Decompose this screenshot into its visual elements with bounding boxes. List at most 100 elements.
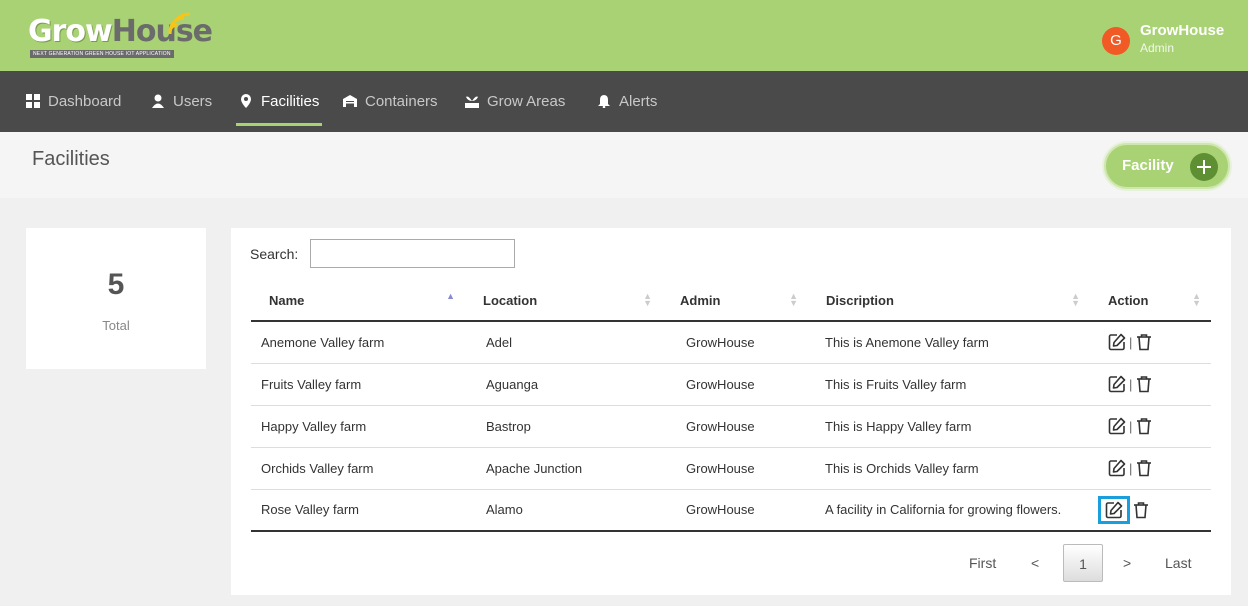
container-icon	[343, 95, 357, 107]
pagination-last[interactable]: Last	[1165, 544, 1191, 582]
nav-item-facilities[interactable]: Facilities	[235, 71, 323, 132]
trash-icon[interactable]	[1135, 417, 1153, 435]
growhouse-logo[interactable]: GrowHouse NEXT GENERATION GREEN HOUSE IO…	[28, 12, 213, 62]
trash-icon[interactable]	[1135, 375, 1153, 393]
cell-description: This is Orchids Valley farm	[808, 447, 1090, 490]
nav-item-grow-areas[interactable]: Grow Areas	[465, 71, 565, 132]
cell-description: This is Anemone Valley farm	[808, 321, 1090, 364]
logo-tagline: NEXT GENERATION GREEN HOUSE IOT APPLICAT…	[30, 50, 174, 58]
location-pin-icon	[241, 94, 251, 108]
edit-button-highlighted[interactable]	[1098, 495, 1130, 524]
column-header-action[interactable]: Action ▲ ▼	[1090, 281, 1211, 322]
table-row: Rose Valley farm Alamo GrowHouse A facil…	[251, 489, 1211, 532]
edit-icon[interactable]	[1108, 375, 1126, 393]
sort-both-icon[interactable]: ▲ ▼	[1071, 292, 1080, 308]
nav-label: Alerts	[619, 93, 658, 110]
nav-item-alerts[interactable]: Alerts	[597, 71, 657, 132]
edit-icon[interactable]	[1105, 501, 1123, 519]
edit-icon[interactable]	[1108, 417, 1126, 435]
edit-icon[interactable]	[1108, 459, 1126, 477]
nav-item-containers[interactable]: Containers	[343, 71, 438, 132]
sort-both-icon[interactable]: ▲ ▼	[1192, 292, 1201, 308]
cell-admin: GrowHouse	[662, 447, 808, 490]
table-row: Anemone Valley farm Adel GrowHouse This …	[251, 321, 1211, 364]
page-title: Facilities	[32, 148, 110, 170]
pagination-page-current[interactable]: 1	[1063, 544, 1103, 582]
user-role: Admin	[1140, 41, 1175, 55]
user-name: GrowHouse	[1140, 22, 1225, 39]
cell-actions	[1090, 489, 1211, 532]
cell-description: This is Happy Valley farm	[808, 405, 1090, 448]
cell-actions: |	[1090, 447, 1211, 490]
facilities-table-card: Search: Name ▲ Location ▲ ▼ Admin ▲ ▼ Discrip…	[231, 228, 1231, 595]
cell-description: This is Fruits Valley farm	[808, 363, 1090, 406]
search-label: Search:	[250, 246, 299, 262]
cell-name: Anemone Valley farm	[251, 321, 465, 364]
total-count: 5	[107, 268, 125, 301]
add-facility-button[interactable]: Facility	[1104, 143, 1230, 189]
cell-admin: GrowHouse	[662, 321, 808, 364]
facilities-table: Name ▲ Location ▲ ▼ Admin ▲ ▼ Discription ▲ ▼ A…	[251, 281, 1211, 532]
main-navigation: Dashboard Users Facilities Containers Gr…	[0, 71, 1248, 132]
cell-description: A facility in California for growing flo…	[808, 489, 1090, 532]
table-row: Happy Valley farm Bastrop GrowHouse This…	[251, 405, 1211, 448]
column-header-name[interactable]: Name ▲	[251, 281, 465, 322]
sort-both-icon[interactable]: ▲ ▼	[789, 292, 798, 308]
cell-location: Adel	[465, 321, 662, 364]
user-icon	[152, 94, 164, 108]
nav-label: Dashboard	[48, 93, 122, 110]
avatar[interactable]: G	[1102, 27, 1130, 55]
column-header-description[interactable]: Discription ▲ ▼	[808, 281, 1090, 322]
cell-actions: |	[1090, 405, 1211, 448]
top-header: GrowHouse NEXT GENERATION GREEN HOUSE IO…	[0, 0, 1248, 71]
total-label: Total	[102, 318, 130, 333]
action-separator: |	[1129, 460, 1133, 476]
nav-label: Facilities	[261, 93, 320, 110]
pagination-first[interactable]: First	[969, 544, 996, 582]
sort-both-icon[interactable]: ▲ ▼	[643, 292, 652, 308]
cell-name: Happy Valley farm	[251, 405, 465, 448]
column-header-location[interactable]: Location ▲ ▼	[465, 281, 662, 322]
cell-name: Orchids Valley farm	[251, 447, 465, 490]
edit-icon[interactable]	[1108, 333, 1126, 351]
dashboard-icon	[26, 94, 40, 108]
cell-location: Aguanga	[465, 363, 662, 406]
trash-icon[interactable]	[1135, 333, 1153, 351]
grow-area-icon	[465, 96, 479, 108]
add-facility-label: Facility	[1122, 157, 1174, 174]
cell-admin: GrowHouse	[662, 363, 808, 406]
page-header-band	[0, 132, 1248, 198]
cell-name: Rose Valley farm	[251, 489, 465, 532]
cell-location: Apache Junction	[465, 447, 662, 490]
cell-location: Alamo	[465, 489, 662, 532]
cell-admin: GrowHouse	[662, 489, 808, 532]
cell-admin: GrowHouse	[662, 405, 808, 448]
table-header-row: Name ▲ Location ▲ ▼ Admin ▲ ▼ Discription ▲ ▼ A…	[251, 281, 1211, 322]
bell-icon	[598, 95, 610, 108]
trash-icon[interactable]	[1135, 459, 1153, 477]
nav-item-dashboard[interactable]: Dashboard	[26, 71, 121, 132]
table-row: Fruits Valley farm Aguanga GrowHouse Thi…	[251, 363, 1211, 406]
search-input[interactable]	[310, 239, 515, 268]
action-separator: |	[1129, 376, 1133, 392]
cell-actions: |	[1090, 321, 1211, 364]
cell-name: Fruits Valley farm	[251, 363, 465, 406]
cell-actions: |	[1090, 363, 1211, 406]
pagination-next[interactable]: >	[1123, 544, 1131, 582]
nav-item-users[interactable]: Users	[151, 71, 212, 132]
sort-ascending-icon[interactable]: ▲	[446, 292, 455, 301]
trash-icon[interactable]	[1132, 501, 1150, 519]
action-separator: |	[1129, 418, 1133, 434]
nav-label: Containers	[365, 93, 438, 110]
pagination-prev[interactable]: <	[1031, 544, 1039, 582]
action-separator: |	[1129, 334, 1133, 350]
table-row: Orchids Valley farm Apache Junction Grow…	[251, 447, 1211, 490]
cell-location: Bastrop	[465, 405, 662, 448]
column-header-admin[interactable]: Admin ▲ ▼	[662, 281, 808, 322]
nav-label: Users	[173, 93, 213, 110]
user-menu[interactable]: G GrowHouse Admin	[1102, 22, 1232, 60]
plus-icon	[1190, 153, 1218, 181]
pagination: First < 1 > Last	[931, 544, 1231, 584]
nav-label: Grow Areas	[487, 93, 566, 110]
wifi-signal-icon	[168, 12, 191, 35]
